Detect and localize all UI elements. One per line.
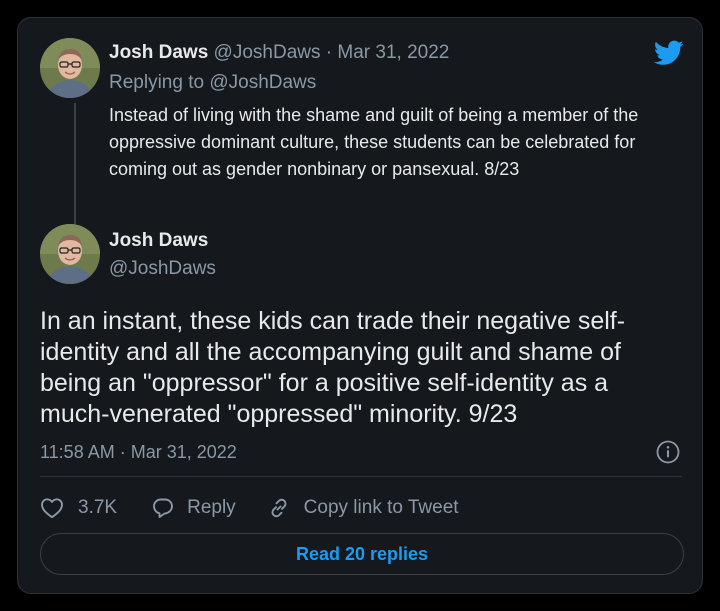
copy-link-label: Copy link to Tweet (303, 497, 459, 518)
replying-to: Replying to @JoshDaws (109, 72, 316, 94)
quoted-tweet-header: Josh Daws @JoshDaws · Mar 31, 2022 (109, 42, 449, 64)
tweet-text: In an instant, these kids can trade thei… (40, 307, 626, 428)
speech-bubble-icon (151, 496, 175, 520)
tweet-time: 11:58 AM (40, 442, 115, 462)
twitter-bird-icon[interactable] (653, 40, 684, 66)
reply-button[interactable]: Reply (151, 496, 236, 520)
like-button[interactable]: 3.7K (40, 497, 117, 519)
like-count: 3.7K (78, 497, 118, 518)
tweet-date[interactable]: Mar 31, 2022 (337, 42, 449, 63)
heart-icon (40, 497, 64, 519)
read-replies-button[interactable]: Read 20 replies (40, 533, 684, 575)
tweet-actions: 3.7K Reply Copy link to Tweet (40, 494, 459, 522)
thread-connector-line (74, 103, 76, 225)
header-separator: · (325, 42, 333, 63)
tweet-embed-card: Josh Daws @JoshDaws · Mar 31, 2022 Reply… (17, 17, 703, 594)
tweet-date: Mar 31, 2022 (130, 442, 237, 462)
replying-prefix: Replying to (109, 72, 205, 93)
avatar[interactable] (40, 38, 100, 98)
quoted-tweet-text: Instead of living with the shame and gui… (109, 105, 639, 179)
tweet-timestamp[interactable]: 11:58 AM · Mar 31, 2022 (40, 442, 237, 463)
author-handle[interactable]: @JoshDaws (109, 258, 216, 280)
author-handle[interactable]: @JoshDaws (214, 42, 321, 63)
reply-label: Reply (187, 497, 236, 518)
copy-link-button[interactable]: Copy link to Tweet (266, 495, 459, 521)
timestamp-separator: · (119, 442, 126, 462)
avatar[interactable] (40, 224, 100, 284)
replying-to-handle[interactable]: @JoshDaws (209, 72, 316, 93)
info-icon[interactable] (656, 440, 680, 464)
read-replies-label: Read 20 replies (295, 543, 429, 564)
author-name[interactable]: Josh Daws (109, 230, 208, 252)
author-name[interactable]: Josh Daws (109, 42, 208, 63)
divider (40, 476, 682, 477)
link-icon (266, 495, 292, 521)
